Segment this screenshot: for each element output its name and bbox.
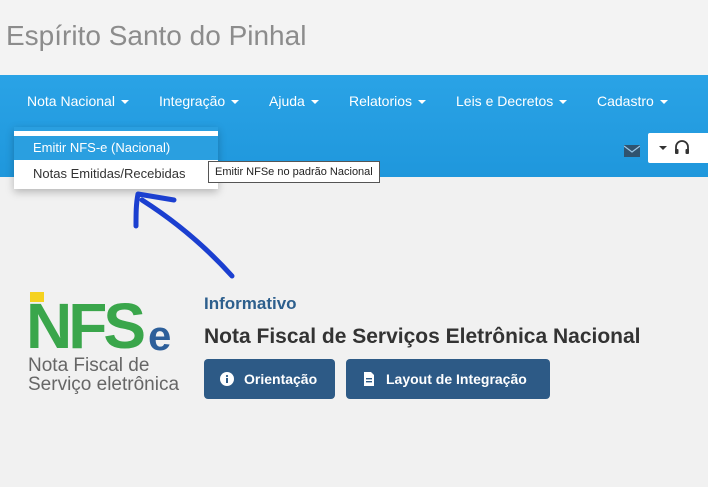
support-dropdown[interactable] [648, 133, 708, 163]
nav-label: Leis e Decretos [456, 93, 554, 109]
nav-label: Cadastro [597, 93, 654, 109]
caret-down-icon [659, 146, 667, 150]
nav-integracao[interactable]: Integração [159, 93, 240, 109]
nav-label: Ajuda [269, 93, 305, 109]
nota-nacional-dropdown: Emitir NFS-e (Nacional) Notas Emitidas/R… [14, 127, 218, 189]
caret-down-icon [231, 100, 240, 105]
caret-down-icon [659, 100, 668, 105]
nav-leis-decretos[interactable]: Leis e Decretos [456, 93, 568, 109]
layout-integracao-label: Layout de Integração [386, 371, 527, 387]
nav-nota-nacional[interactable]: Nota Nacional [27, 93, 129, 109]
caret-down-icon [559, 100, 568, 105]
dropdown-item-emitir-nfse[interactable]: Emitir NFS-e (Nacional) [14, 136, 218, 160]
svg-text:e: e [148, 312, 171, 359]
nav-label: Relatorios [349, 93, 413, 109]
document-icon [364, 372, 374, 386]
info-icon [220, 372, 234, 386]
caret-down-icon [310, 100, 319, 105]
layout-integracao-button[interactable]: Layout de Integração [346, 359, 550, 399]
page-title: Nota Fiscal de Serviços Eletrônica Nacio… [204, 325, 641, 348]
headset-icon [675, 140, 689, 154]
section-label: Informativo [204, 294, 297, 313]
nav-cadastro[interactable]: Cadastro [597, 93, 668, 109]
svg-text:NFS: NFS [26, 290, 144, 362]
hand-drawn-arrow [133, 191, 235, 279]
nav-label: Integração [159, 93, 226, 109]
caret-down-icon [418, 100, 427, 105]
logo-caption-line2: Serviço eletrônica [28, 374, 180, 395]
city-title: Espírito Santo do Pinhal [6, 20, 307, 51]
caret-down-icon [120, 100, 129, 105]
orientacao-button[interactable]: Orientação [204, 359, 335, 399]
nav-relatorios[interactable]: Relatorios [349, 93, 427, 109]
orientacao-label: Orientação [244, 371, 318, 387]
dropdown-item-notas-emitidas[interactable]: Notas Emitidas/Recebidas [14, 162, 218, 186]
nav-ajuda[interactable]: Ajuda [269, 93, 319, 109]
tooltip: Emitir NFSe no padrão Nacional [208, 161, 380, 183]
nav-label: Nota Nacional [27, 93, 115, 109]
envelope-icon[interactable] [622, 143, 642, 159]
top-header: Espírito Santo do Pinhal [0, 0, 708, 75]
